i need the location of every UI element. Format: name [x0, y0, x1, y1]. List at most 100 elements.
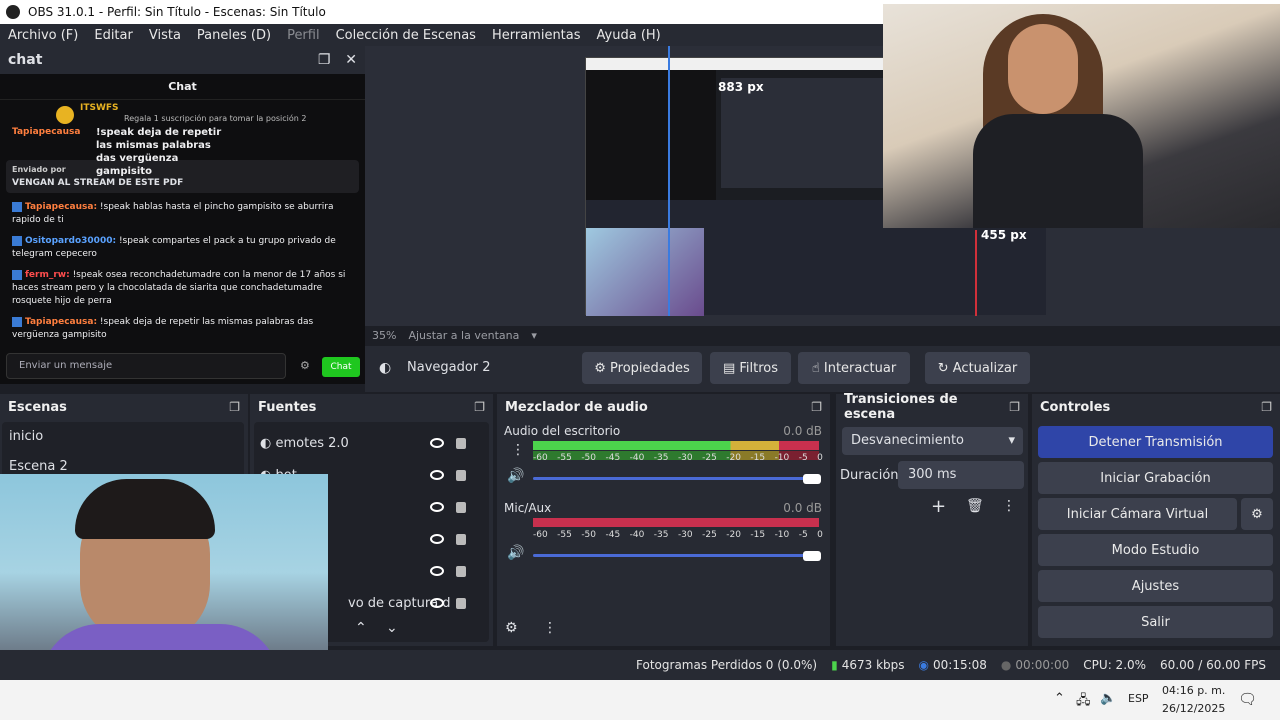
controls-dock: Controles ❐ Detener Transmisión Iniciar G…: [1032, 394, 1280, 646]
stop-streaming-button[interactable]: Detener Transmisión: [1038, 426, 1273, 458]
speaker-icon[interactable]: 🔊: [507, 545, 524, 561]
lock-icon[interactable]: [456, 534, 466, 545]
start-virtual-camera-button[interactable]: Iniciar Cámara Virtual: [1038, 498, 1237, 530]
undock-icon[interactable]: ❐: [1009, 400, 1020, 414]
source-row[interactable]: ◐ emotes 2.0: [260, 428, 480, 458]
studio-mode-button[interactable]: Modo Estudio: [1038, 534, 1273, 566]
menu-perfil[interactable]: Perfil: [287, 28, 320, 43]
stream-time: 00:15:08: [933, 658, 987, 672]
network-icon[interactable]: 🖧: [1076, 691, 1091, 713]
add-icon[interactable]: +: [931, 496, 946, 517]
lock-icon[interactable]: [456, 566, 466, 577]
volume-icon[interactable]: 🔈: [1100, 691, 1116, 706]
chat-username[interactable]: ferm_rw:: [25, 270, 70, 280]
chat-send-button[interactable]: Chat: [322, 357, 360, 377]
volume-slider[interactable]: [533, 477, 819, 480]
bitrate: 4673 kbps: [841, 658, 905, 672]
volume-slider-knob[interactable]: [803, 474, 821, 484]
eye-icon[interactable]: [430, 438, 444, 448]
meter-tick-label: -55: [557, 530, 572, 540]
language-indicator[interactable]: ESP: [1128, 692, 1149, 705]
menu-vista[interactable]: Vista: [149, 28, 181, 43]
status-bar: Fotogramas Perdidos 0 (0.0%) ▮ 4673 kbps…: [0, 650, 1280, 680]
chevron-down-icon[interactable]: ▾: [531, 329, 537, 342]
chat-username[interactable]: Tapiapecausa:: [25, 202, 97, 212]
virtual-camera-settings-button[interactable]: ⚙: [1241, 498, 1273, 530]
settings-button[interactable]: Ajustes: [1038, 570, 1273, 602]
menu-herramientas[interactable]: Herramientas: [492, 28, 581, 43]
clock-time[interactable]: 04:16 p. m.: [1162, 684, 1225, 697]
exit-button[interactable]: Salir: [1038, 606, 1273, 638]
menu-editar[interactable]: Editar: [94, 28, 133, 43]
menu-paneles[interactable]: Paneles (D): [197, 28, 271, 43]
scene-item[interactable]: inicio: [2, 422, 244, 452]
chat-message-input[interactable]: Enviar un mensaje: [6, 353, 286, 379]
pinned-user[interactable]: Tapiapecausa: [12, 126, 80, 139]
obs-logo-icon: [6, 5, 20, 19]
filter-icon: ▤: [722, 360, 740, 376]
undock-icon[interactable]: ❐: [811, 400, 822, 414]
guide-line-red: [975, 230, 977, 316]
duration-input[interactable]: 300 ms: [898, 461, 1024, 489]
eye-icon[interactable]: [430, 534, 444, 544]
badge-icon: [12, 201, 22, 212]
measure-label-2: 455 px: [981, 228, 1027, 242]
more-icon[interactable]: ⋮: [543, 620, 557, 636]
meter-tick-label: -20: [726, 453, 741, 463]
volume-slider-knob[interactable]: [803, 551, 821, 561]
close-icon[interactable]: ✕: [345, 52, 357, 68]
more-icon[interactable]: ⋮: [1002, 498, 1016, 514]
undock-icon[interactable]: ❐: [474, 400, 485, 414]
gear-icon[interactable]: ⚙: [505, 620, 518, 636]
transitions-title: Transiciones de escena: [844, 392, 958, 422]
chat-message: Tapiapecausa: !speak deja de repetir las…: [0, 312, 365, 346]
eye-icon[interactable]: [430, 566, 444, 576]
chat-username[interactable]: Ositopardo30000:: [25, 236, 116, 246]
meter-tick-label: -30: [677, 530, 693, 540]
chevron-up-icon[interactable]: ⌃: [1054, 691, 1065, 706]
speaker-icon[interactable]: 🔊: [507, 468, 524, 484]
webcam-overlay-right: [883, 4, 1280, 228]
volume-slider[interactable]: [533, 554, 819, 557]
pinned-section: ITSWFS Regala 1 suscripción para tomar l…: [0, 100, 365, 177]
menu-coleccion-escenas[interactable]: Colección de Escenas: [336, 28, 476, 43]
eye-icon[interactable]: [430, 598, 444, 608]
refresh-button[interactable]: ↻ Actualizar: [925, 352, 1030, 384]
move-down-icon[interactable]: ⌄: [386, 620, 398, 636]
transition-select[interactable]: Desvanecimiento ▾: [842, 427, 1023, 455]
eye-icon[interactable]: [430, 470, 444, 480]
lock-icon[interactable]: [456, 438, 466, 449]
meter-tick-label: -45: [605, 530, 621, 540]
meter-tick-label: -20: [726, 530, 741, 540]
trash-icon[interactable]: 🗑: [966, 498, 984, 514]
fit-window-select[interactable]: Ajustar a la ventana: [408, 329, 519, 342]
chat-username[interactable]: Tapiapecausa:: [25, 317, 97, 327]
eye-icon[interactable]: [430, 502, 444, 512]
badge-icon: [12, 269, 22, 280]
sources-title: Fuentes: [258, 399, 317, 415]
window-title: OBS 31.0.1 - Perfil: Sin Título - Escena…: [28, 5, 326, 19]
taskbar: ⌃ 🖧 🔈 ESP 04:16 p. m. 26/12/2025 🗨: [0, 680, 1280, 720]
channel-db: 0.0 dB: [783, 501, 822, 515]
start-recording-button[interactable]: Iniciar Grabación: [1038, 462, 1273, 494]
interact-button[interactable]: ☝ Interactuar: [798, 352, 910, 384]
undock-icon[interactable]: ❐: [1261, 400, 1272, 414]
move-up-icon[interactable]: ⌃: [355, 620, 367, 636]
undock-icon[interactable]: ❐: [318, 52, 331, 68]
undock-icon[interactable]: ❐: [229, 400, 240, 414]
menu-ayuda[interactable]: Ayuda (H): [597, 28, 661, 43]
menu-archivo[interactable]: Archivo (F): [8, 28, 78, 43]
properties-button[interactable]: ⚙ Propiedades: [582, 352, 702, 384]
more-icon[interactable]: ⋮: [511, 442, 525, 458]
lock-icon[interactable]: [456, 502, 466, 513]
filters-button[interactable]: ▤ Filtros: [710, 352, 791, 384]
lock-icon[interactable]: [456, 598, 466, 609]
meter-ticks: -60 -55 -50 -45 -40 -35 -30 -25 -20 -15 -10 -5 0: [533, 453, 823, 463]
notifications-icon[interactable]: 🗨: [1238, 690, 1257, 708]
clock-date[interactable]: 26/12/2025: [1162, 702, 1225, 715]
lock-icon[interactable]: [456, 470, 466, 481]
meter-tick-label: -50: [581, 453, 597, 463]
chat-settings-icon[interactable]: ⚙: [300, 359, 310, 372]
signal-icon: ▮: [831, 658, 838, 672]
meter-ticks: -60 -55 -50 -45 -40 -35 -30 -25 -20 -15 -10 -5 0: [533, 530, 823, 540]
